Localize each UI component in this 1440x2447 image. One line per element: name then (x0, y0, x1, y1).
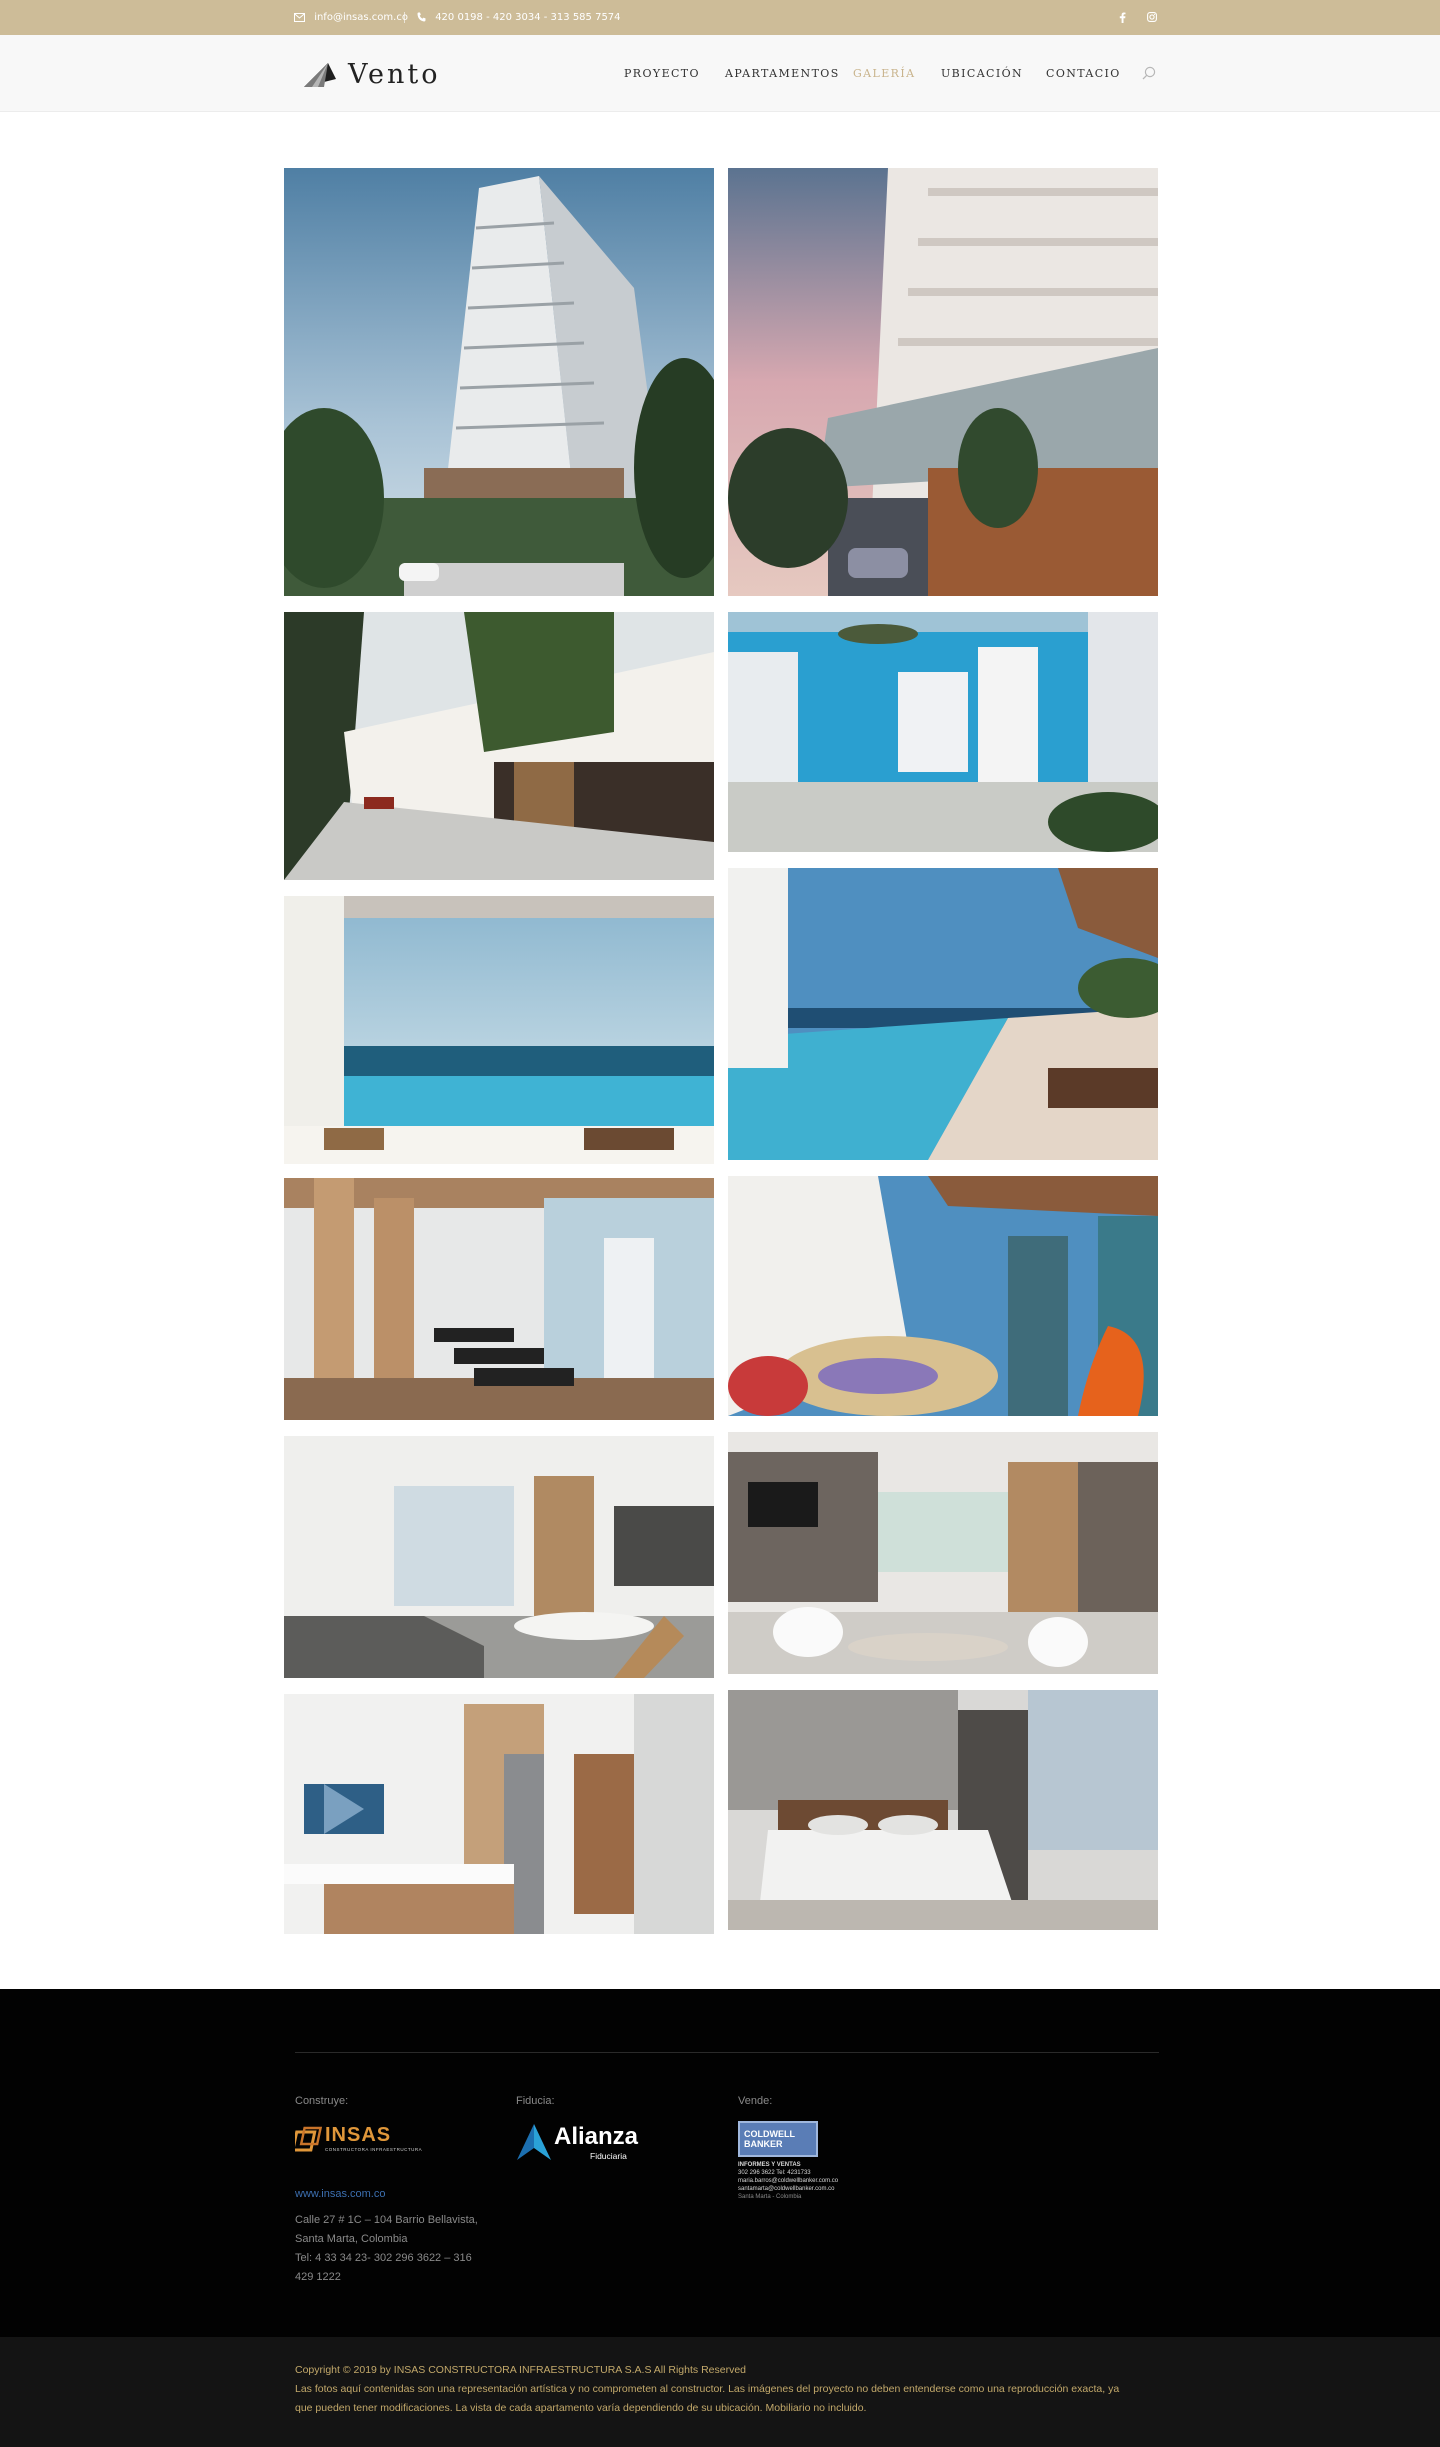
pool-terrace-render (728, 868, 1158, 1160)
nav-contacto[interactable]: CONTACIO (1046, 64, 1121, 84)
address-line-1: Calle 27 # 1C – 104 Barrio Bellavista, (295, 2214, 478, 2226)
gallery-image-kids-area[interactable] (728, 1176, 1158, 1416)
divider (404, 12, 405, 23)
nav-ubicacion[interactable]: UBICACIÓN (941, 64, 1023, 84)
site-header: Vento PROYECTO APARTAMENTOS GALERÍA UBIC… (0, 35, 1440, 112)
footer-label-fiducia: Fiducia: (516, 2095, 555, 2107)
coldwell-contact-info: INFORMES Y VENTAS 302 296 3622 Tel: 4231… (738, 2161, 898, 2201)
alianza-mark-icon (517, 2124, 551, 2160)
gallery-image-tower-exterior[interactable] (284, 168, 714, 596)
footer-label-construye: Construye: (295, 2095, 349, 2107)
coldwell-info-phone: 302 296 3622 Tel: 4231733 (738, 2170, 811, 2176)
insas-logo-sub: CONSTRUCTORA INFRAESTRUCTURA (325, 2147, 423, 2152)
coldwell-info-city: Santa Marta - Colombia (738, 2194, 802, 2200)
site-logo[interactable]: Vento (302, 57, 441, 91)
aerial-bay-render (728, 612, 1158, 852)
lounge-render (728, 1432, 1158, 1674)
address-line-2: Santa Marta, Colombia (295, 2233, 408, 2245)
top-bar: info@insas.com.co 420 0198 - 420 3034 - … (0, 0, 1440, 35)
phone-text: 420 0198 - 420 3034 - 313 585 7574 (435, 12, 621, 23)
alianza-logo[interactable]: Alianza Fiduciaria (516, 2121, 639, 2165)
nav-proyecto[interactable]: PROYECTO (624, 64, 700, 84)
facebook-icon (1119, 12, 1126, 23)
gallery-image-gym[interactable] (284, 1178, 714, 1420)
tower-dusk-render (728, 168, 1158, 596)
gallery-image-entrance[interactable] (284, 612, 714, 880)
address-line-4: 429 1222 (295, 2271, 341, 2283)
nav-galeria[interactable]: GALERÍA (853, 64, 915, 84)
insas-mark-icon (295, 2126, 323, 2152)
gallery-image-bedroom[interactable] (728, 1690, 1158, 1930)
search-icon[interactable] (1142, 66, 1156, 80)
address-line-3: Tel: 4 33 34 23- 302 296 3622 – 316 (295, 2252, 472, 2264)
instagram-icon (1147, 12, 1157, 22)
gallery-image-aerial-bay[interactable] (728, 612, 1158, 852)
footer-label-vende: Vende: (738, 2095, 773, 2107)
coldwell-banker-logo[interactable]: COLDWELL BANKER (738, 2121, 818, 2157)
kids-area-render (728, 1176, 1158, 1416)
instagram-link[interactable] (1147, 0, 1157, 35)
envelope-icon (294, 12, 305, 22)
facebook-link[interactable] (1119, 0, 1126, 35)
gallery-image-kitchen[interactable] (284, 1694, 714, 1934)
kitchen-render (284, 1694, 714, 1934)
email-text: info@insas.com.co (314, 12, 408, 23)
insas-logo[interactable]: INSAS CONSTRUCTORA INFRAESTRUCTURA (295, 2124, 422, 2160)
entrance-render (284, 612, 714, 880)
insas-logo-text: INSAS (325, 2124, 392, 2146)
phone-icon (417, 12, 426, 22)
living-dining-render (284, 1436, 714, 1678)
logo-text: Vento (348, 58, 441, 90)
footer-divider (295, 2052, 1159, 2053)
website-link[interactable]: www.insas.com.co (295, 2188, 385, 2200)
gallery-image-pool-terrace[interactable] (728, 868, 1158, 1160)
email-contact[interactable]: info@insas.com.co (294, 0, 408, 35)
coldwell-info-mail-2: santamarta@coldwellbanker.com.co (738, 2186, 835, 2192)
nav-apartamentos[interactable]: APARTAMENTOS (725, 64, 840, 84)
bedroom-render (728, 1690, 1158, 1930)
alianza-logo-sub: Fiduciaria (590, 2151, 627, 2161)
alianza-logo-text: Alianza (554, 2123, 639, 2150)
coldwell-info-mail-1: maria.barros@coldwellbanker.com.co (738, 2178, 839, 2184)
infinity-pool-render (284, 896, 714, 1164)
copyright-text: Copyright © 2019 by INSAS CONSTRUCTORA I… (295, 2364, 747, 2376)
gym-render (284, 1178, 714, 1420)
tower-render (284, 168, 714, 596)
gallery-image-infinity-pool[interactable] (284, 896, 714, 1164)
gallery-image-lounge[interactable] (728, 1432, 1158, 1674)
gallery-image-living-dining[interactable] (284, 1436, 714, 1678)
vento-mountain-icon (304, 63, 336, 87)
coldwell-info-title: INFORMES Y VENTAS (738, 2162, 801, 2168)
site-footer: Construye: Fiducia: Vende: INSAS CONSTRU… (0, 1989, 1440, 2337)
gallery-image-tower-dusk[interactable] (728, 168, 1158, 596)
disclaimer-line-2: que pueden tener modificaciones. La vist… (295, 2402, 867, 2414)
disclaimer-line-1: Las fotos aquí contenidas son una repres… (295, 2383, 1120, 2395)
phone-contact: 420 0198 - 420 3034 - 313 585 7574 (417, 0, 621, 35)
coldwell-logo-text: COLDWELL BANKER (744, 2129, 795, 2149)
copyright-bar: Copyright © 2019 by INSAS CONSTRUCTORA I… (0, 2337, 1440, 2447)
